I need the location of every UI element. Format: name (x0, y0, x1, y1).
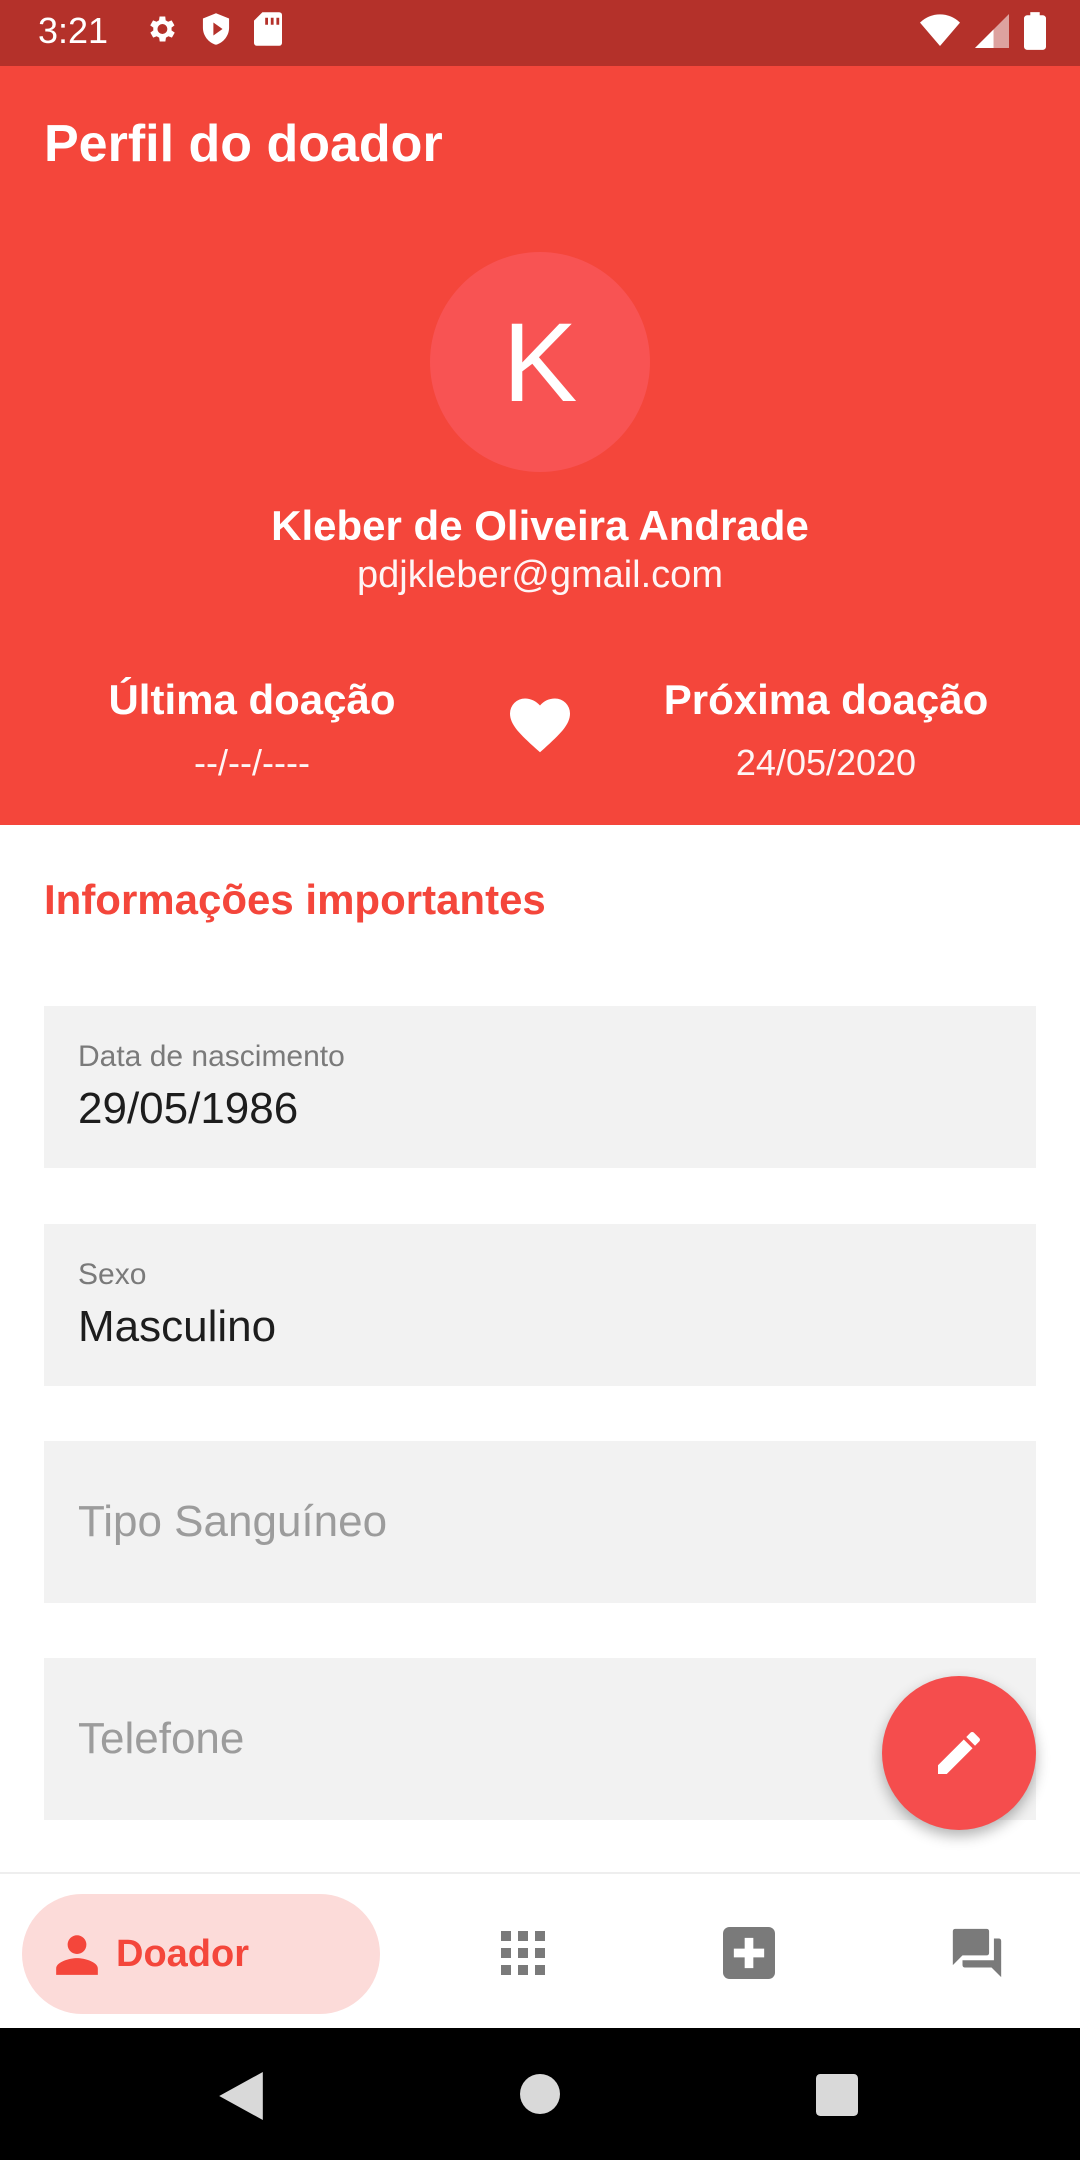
gear-icon (150, 16, 175, 42)
bottom-navigation: Doador (0, 1872, 1080, 2030)
avatar-initial: K (502, 299, 578, 425)
nav-label-doador: Doador (116, 1932, 249, 1975)
shield-icon (202, 13, 230, 45)
sex-label: Sexo (78, 1258, 147, 1291)
back-triangle-icon[interactable] (218, 2072, 264, 2120)
recents-square-icon[interactable] (816, 2074, 858, 2116)
nav-item-chat[interactable] (942, 1918, 1012, 1988)
medical-cross-icon (723, 1927, 775, 1979)
nav-item-doador[interactable]: Doador (22, 1894, 380, 2014)
profile-header: Perfil do doador K Kleber de Oliveira An… (0, 66, 1080, 825)
next-donation-label: Próxima doação (663, 676, 989, 723)
signal-icon (975, 14, 1009, 48)
phone-placeholder: Telefone (78, 1714, 245, 1763)
sd-card-icon (254, 12, 282, 46)
birth-date-label: Data de nascimento (78, 1040, 345, 1073)
section-title: Informações importantes (44, 876, 546, 923)
sex-field[interactable]: Sexo Masculino (44, 1224, 1036, 1386)
grid-icon (501, 1931, 545, 1975)
wifi-icon (920, 14, 960, 46)
avatar: K (430, 252, 650, 472)
status-time: 3:21 (38, 10, 109, 51)
status-bar: 3:21 (0, 0, 1080, 66)
donor-name: Kleber de Oliveira Andrade (271, 502, 809, 549)
blood-type-field[interactable]: Tipo Sanguíneo (44, 1441, 1036, 1603)
home-circle-icon[interactable] (520, 2074, 560, 2114)
edit-fab-button[interactable] (882, 1676, 1036, 1830)
pencil-edit-icon (938, 1731, 980, 1774)
next-donation: Próxima doação 24/05/2020 (616, 676, 1036, 784)
chat-icon (952, 1928, 1002, 1978)
last-donation: Última doação --/--/---- (42, 676, 462, 784)
last-donation-label: Última doação (108, 676, 396, 723)
nav-item-grid[interactable] (488, 1918, 558, 1988)
donor-email: pdjkleber@gmail.com (357, 554, 723, 596)
sex-value: Masculino (78, 1302, 277, 1351)
nav-item-medical[interactable] (714, 1918, 784, 1988)
heart-icon (510, 698, 570, 753)
page-title: Perfil do doador (44, 115, 443, 173)
birth-date-field[interactable]: Data de nascimento 29/05/1986 (44, 1006, 1036, 1168)
person-icon (56, 1935, 98, 1975)
next-donation-value: 24/05/2020 (735, 742, 917, 783)
blood-type-placeholder: Tipo Sanguíneo (78, 1497, 388, 1546)
last-donation-value: --/--/---- (194, 742, 310, 783)
battery-icon (1024, 12, 1046, 50)
birth-date-value: 29/05/1986 (78, 1084, 299, 1133)
system-navigation-bar (0, 2028, 1080, 2160)
